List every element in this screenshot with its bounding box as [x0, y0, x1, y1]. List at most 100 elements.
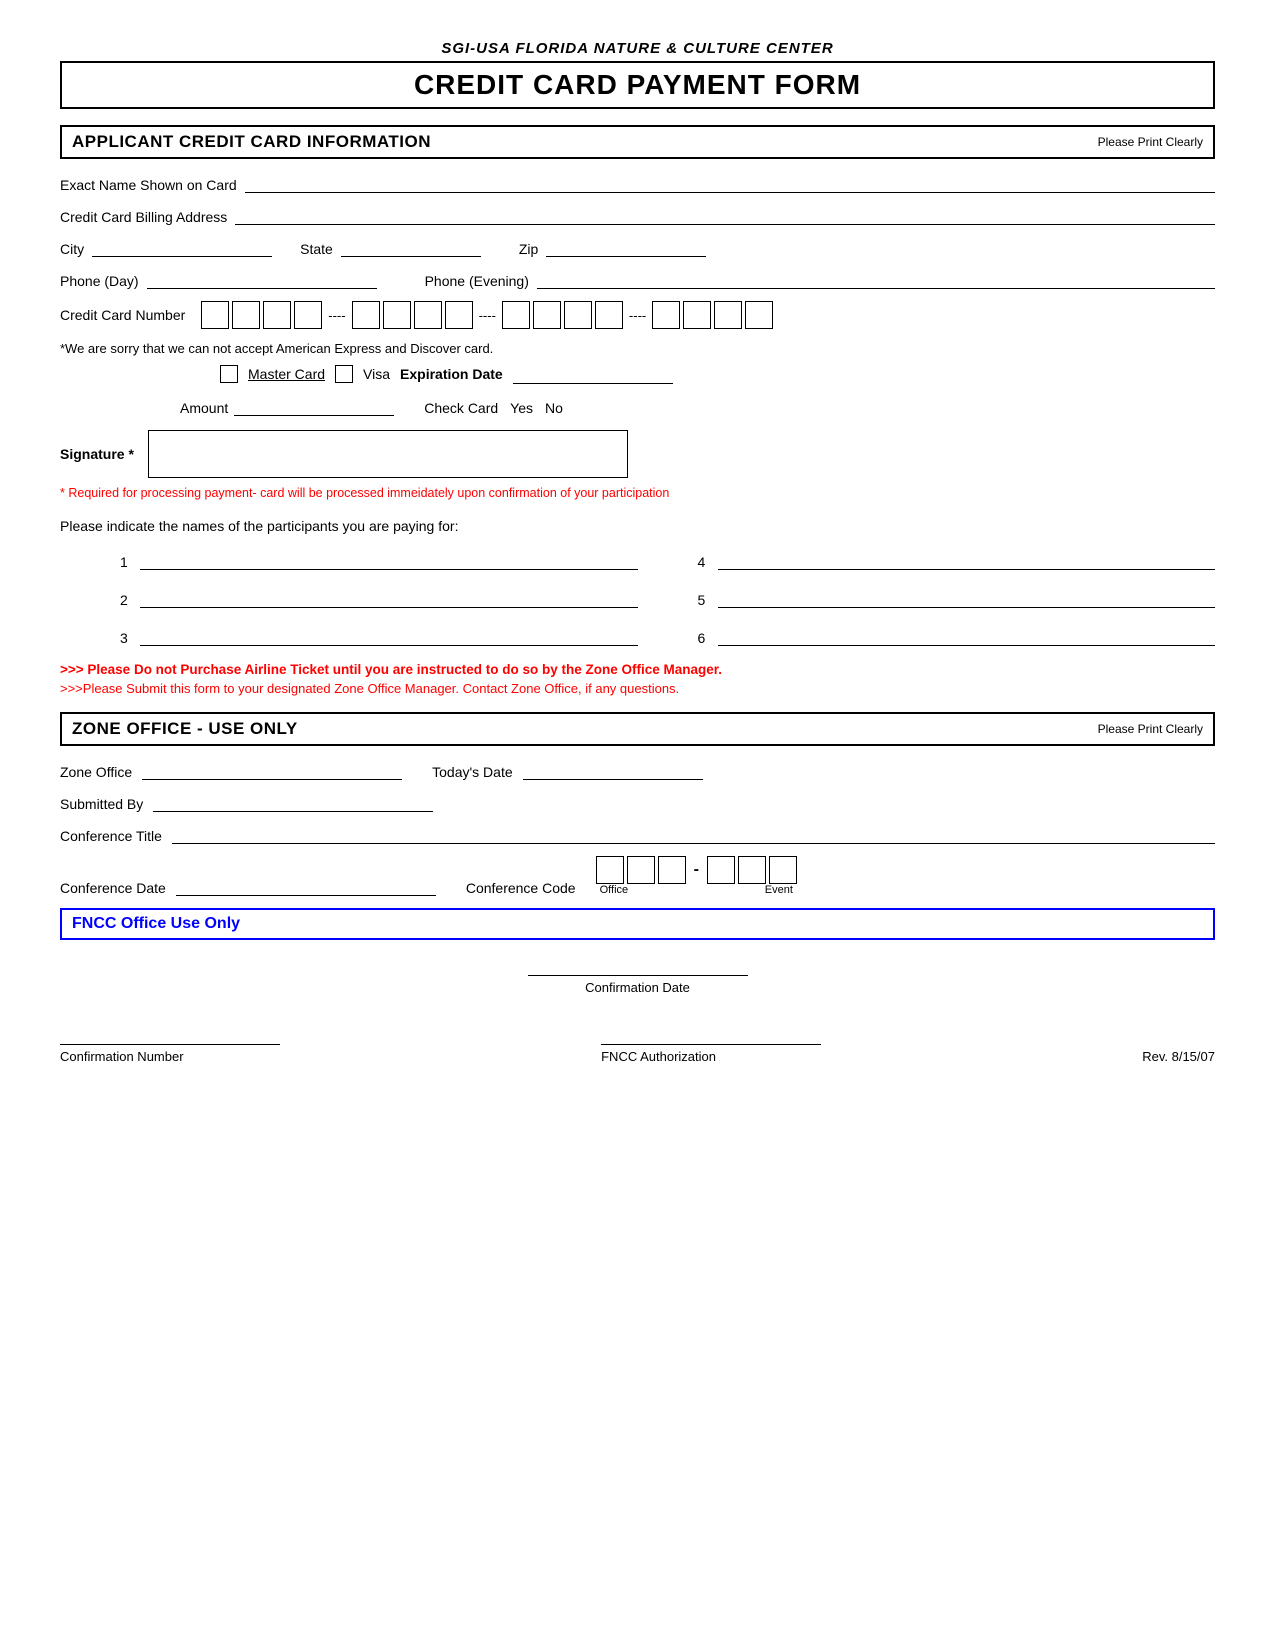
conference-title-row: Conference Title	[60, 824, 1215, 844]
state-field[interactable]	[341, 237, 481, 257]
cc-box[interactable]	[201, 301, 229, 329]
cc-dash: ----	[326, 308, 347, 323]
fncc-auth-label: FNCC Authorization	[601, 1049, 716, 1064]
submitted-by-field[interactable]	[153, 792, 433, 812]
submitted-by-label: Submitted By	[60, 796, 143, 812]
cc-box[interactable]	[414, 301, 442, 329]
city-field[interactable]	[92, 237, 272, 257]
amount-input[interactable]	[234, 396, 394, 416]
participant-4-field[interactable]	[718, 550, 1216, 570]
cc-box[interactable]	[352, 301, 380, 329]
conf-box[interactable]	[596, 856, 624, 884]
cc-group4	[652, 301, 773, 329]
cc-box[interactable]	[533, 301, 561, 329]
zone-office-field[interactable]	[142, 760, 402, 780]
participant-5: 5	[698, 588, 1216, 608]
conf-dash: -	[694, 861, 699, 879]
signature-label: Signature *	[60, 446, 134, 462]
rev-item: Rev. 8/15/07	[1142, 1049, 1215, 1064]
conference-title-field[interactable]	[172, 824, 1215, 844]
participants-section: Please indicate the names of the partici…	[60, 518, 1215, 646]
cc-box[interactable]	[714, 301, 742, 329]
expiration-field[interactable]	[513, 364, 673, 384]
participant-6-field[interactable]	[718, 626, 1216, 646]
conf-labels-row: Office Event	[596, 884, 797, 896]
cc-box[interactable]	[745, 301, 773, 329]
office-label: Office	[600, 884, 629, 896]
billing-address-label: Credit Card Billing Address	[60, 209, 227, 225]
section2-note: Please Print Clearly	[1098, 722, 1203, 736]
cc-group1	[201, 301, 322, 329]
participant-1-field[interactable]	[140, 550, 638, 570]
cc-box[interactable]	[502, 301, 530, 329]
exact-name-field[interactable]	[245, 173, 1215, 193]
conference-title-label: Conference Title	[60, 828, 162, 844]
phone-day-field[interactable]	[147, 269, 377, 289]
cc-box[interactable]	[595, 301, 623, 329]
participant-4: 4	[698, 550, 1216, 570]
conference-code-label: Conference Code	[466, 880, 576, 896]
warning-normal: >>>Please Submit this form to your desig…	[60, 681, 1215, 696]
org-title: SGI-USA FLORIDA NATURE & CULTURE CENTER	[60, 40, 1215, 57]
participant-5-field[interactable]	[718, 588, 1216, 608]
participant-num-1: 1	[120, 554, 134, 570]
zip-field[interactable]	[546, 237, 706, 257]
signature-field[interactable]	[148, 430, 628, 478]
phone-day-label: Phone (Day)	[60, 273, 139, 289]
phone-evening-label: Phone (Evening)	[425, 273, 529, 289]
confirmation-number-line[interactable]	[60, 1025, 280, 1045]
event-label: Event	[765, 884, 793, 896]
conf-box[interactable]	[769, 856, 797, 884]
signature-row: Signature *	[60, 430, 1215, 478]
cc-box[interactable]	[445, 301, 473, 329]
mastercard-label: Master Card	[248, 366, 325, 382]
participants-grid: 1 4 2 5 3 6	[120, 550, 1215, 646]
conf-box[interactable]	[738, 856, 766, 884]
conf-box[interactable]	[658, 856, 686, 884]
section1-note: Please Print Clearly	[1098, 135, 1203, 149]
cc-box[interactable]	[683, 301, 711, 329]
fncc-header: FNCC Office Use Only	[60, 908, 1215, 940]
conference-date-field[interactable]	[176, 876, 436, 896]
todays-date-label: Today's Date	[432, 764, 513, 780]
billing-address-field[interactable]	[235, 205, 1215, 225]
todays-date-field[interactable]	[523, 760, 703, 780]
visa-checkbox[interactable]	[335, 365, 353, 383]
cc-box[interactable]	[652, 301, 680, 329]
section2-title: ZONE OFFICE - USE ONLY	[72, 719, 298, 739]
participant-2-field[interactable]	[140, 588, 638, 608]
confirmation-date-area: Confirmation Date	[60, 956, 1215, 995]
participant-num-6: 6	[698, 630, 712, 646]
required-note: * Required for processing payment- card …	[60, 486, 1215, 500]
section1-title: APPLICANT CREDIT CARD INFORMATION	[72, 132, 431, 152]
mastercard-checkbox[interactable]	[220, 365, 238, 383]
bottom-row: Confirmation Number FNCC Authorization R…	[60, 1025, 1215, 1064]
fncc-auth-item: FNCC Authorization	[601, 1025, 821, 1064]
visa-label: Visa	[363, 366, 390, 382]
conf-box[interactable]	[707, 856, 735, 884]
cc-box[interactable]	[263, 301, 291, 329]
confirmation-date-field[interactable]	[528, 956, 748, 976]
conf-box[interactable]	[627, 856, 655, 884]
confirmation-number-item: Confirmation Number	[60, 1025, 280, 1064]
warning-bold: >>> Please Do not Purchase Airline Ticke…	[60, 662, 1215, 677]
cc-dash: ----	[477, 308, 498, 323]
exact-name-label: Exact Name Shown on Card	[60, 177, 237, 193]
participant-2: 2	[120, 588, 638, 608]
phone-evening-field[interactable]	[537, 269, 1215, 289]
cc-box[interactable]	[294, 301, 322, 329]
cc-group2	[352, 301, 473, 329]
conf-group-office	[596, 856, 686, 884]
zone-office-row: Zone Office Today's Date	[60, 760, 1215, 780]
cc-box[interactable]	[232, 301, 260, 329]
cc-box[interactable]	[383, 301, 411, 329]
confirmation-number-label: Confirmation Number	[60, 1049, 184, 1064]
amex-note: *We are sorry that we can not accept Ame…	[60, 341, 1215, 356]
state-label: State	[300, 241, 333, 257]
fncc-auth-line[interactable]	[601, 1025, 821, 1045]
no-label: No	[545, 400, 563, 416]
exact-name-row: Exact Name Shown on Card	[60, 173, 1215, 193]
participant-3-field[interactable]	[140, 626, 638, 646]
cc-box[interactable]	[564, 301, 592, 329]
check-card-label: Check Card	[424, 400, 498, 416]
